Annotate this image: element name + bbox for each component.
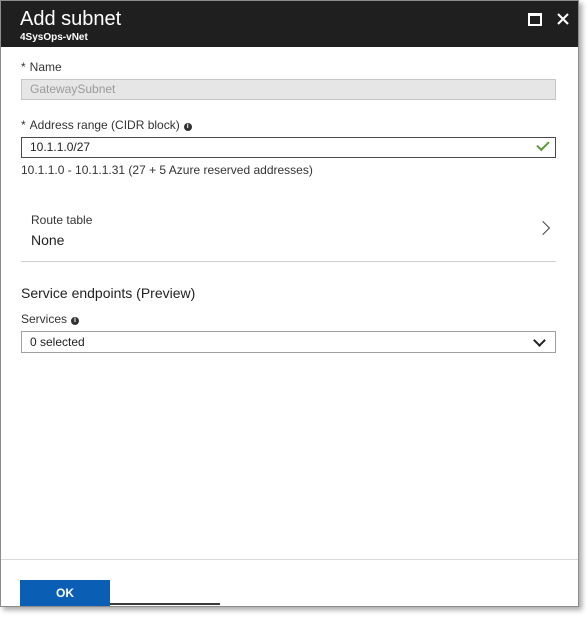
blade-header: Add subnet 4SysOps-vNet — [1, 1, 578, 47]
chevron-right-icon — [535, 220, 551, 236]
maximize-icon — [528, 12, 542, 26]
close-icon — [557, 13, 569, 25]
services-label-row: Services i — [21, 312, 80, 326]
blade-title: Add subnet — [20, 8, 122, 30]
address-range-value: 10.1.1.0/27 — [30, 140, 91, 154]
maximize-button[interactable] — [527, 11, 543, 27]
info-icon[interactable]: i — [183, 123, 192, 131]
address-label-row: * Address range (CIDR block) i — [21, 118, 192, 132]
address-range-helper: 10.1.1.0 - 10.1.1.31 (27 + 5 Azure reser… — [21, 163, 313, 177]
ok-button[interactable]: OK — [20, 580, 110, 606]
info-icon[interactable]: i — [71, 317, 80, 325]
chevron-down-icon — [533, 334, 546, 347]
blade-subtitle: 4SysOps-vNet — [20, 32, 88, 43]
name-label-row: * Name — [21, 60, 62, 74]
services-dropdown[interactable]: 0 selected — [21, 331, 556, 353]
address-label: Address range (CIDR block) — [29, 118, 180, 132]
add-subnet-blade: Add subnet 4SysOps-vNet * Name GatewaySub… — [0, 0, 579, 607]
name-value: GatewaySubnet — [30, 82, 116, 96]
route-table-value: None — [31, 232, 65, 248]
footer-divider — [1, 559, 578, 560]
address-range-input[interactable]: 10.1.1.0/27 — [21, 137, 556, 158]
check-icon — [536, 137, 550, 152]
services-selected-value: 0 selected — [30, 335, 85, 349]
name-label: Name — [29, 60, 62, 74]
name-field[interactable]: GatewaySubnet — [21, 79, 556, 100]
required-mark: * — [21, 60, 26, 74]
required-mark: * — [21, 118, 26, 132]
services-label: Services — [21, 312, 68, 326]
footer-underline — [110, 603, 220, 605]
route-table-selector[interactable]: Route table None — [21, 199, 556, 262]
route-table-label: Route table — [31, 213, 93, 227]
service-endpoints-title: Service endpoints (Preview) — [21, 285, 196, 301]
close-button[interactable] — [555, 11, 571, 27]
